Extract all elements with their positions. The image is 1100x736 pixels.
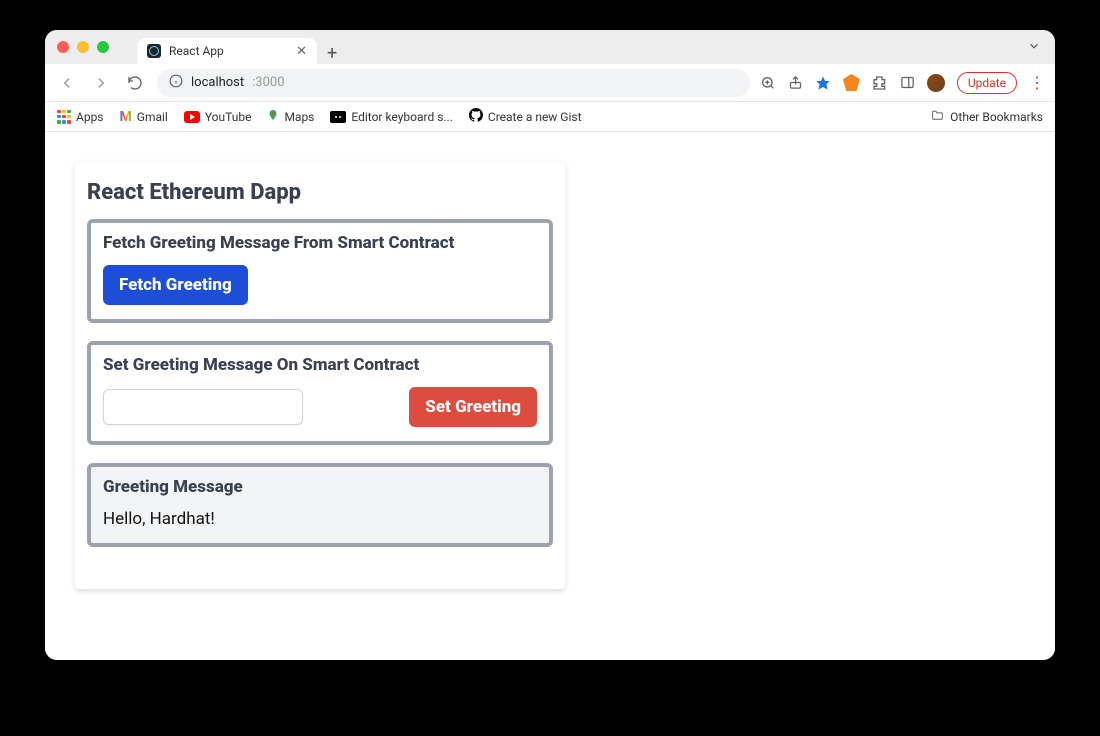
bookmark-apps[interactable]: Apps xyxy=(57,110,104,124)
zoom-icon[interactable] xyxy=(760,75,776,91)
reload-icon[interactable] xyxy=(123,71,147,95)
set-panel: Set Greeting Message On Smart Contract S… xyxy=(87,341,553,445)
set-greeting-button[interactable]: Set Greeting xyxy=(409,387,537,427)
apps-grid-icon xyxy=(57,110,71,124)
bookmark-maps[interactable]: Maps xyxy=(267,108,314,126)
browser-tab[interactable]: React App ✕ xyxy=(137,38,317,64)
titlebar: React App ✕ + xyxy=(45,30,1055,64)
metamask-extension-icon[interactable] xyxy=(843,74,860,91)
bookmark-gmail-label: Gmail xyxy=(137,110,168,124)
profile-avatar-icon[interactable] xyxy=(927,74,945,92)
bookmark-gist-label: Create a new Gist xyxy=(488,110,582,124)
bookmarks-bar: Apps M Gmail YouTube Maps Editor keyboar… xyxy=(45,102,1055,132)
folder-icon xyxy=(930,109,945,125)
url-port: :3000 xyxy=(252,75,284,90)
new-tab-button[interactable]: + xyxy=(317,43,347,64)
extensions-icon[interactable] xyxy=(872,75,888,91)
bookmark-youtube[interactable]: YouTube xyxy=(184,110,252,124)
bookmark-star-icon[interactable] xyxy=(815,75,831,91)
expand-tabs-icon[interactable] xyxy=(1027,38,1041,57)
page-viewport: React Ethereum Dapp Fetch Greeting Messa… xyxy=(45,132,1055,660)
result-panel: Greeting Message Hello, Hardhat! xyxy=(87,463,553,547)
result-value: Hello, Hardhat! xyxy=(103,509,537,529)
bookmark-other-label: Other Bookmarks xyxy=(950,110,1043,124)
browser-window: React App ✕ + localhost :3000 xyxy=(45,30,1055,660)
url-host: localhost xyxy=(191,75,244,90)
react-favicon-icon xyxy=(147,44,161,58)
bookmark-youtube-label: YouTube xyxy=(205,110,252,124)
sidepanel-icon[interactable] xyxy=(900,75,915,90)
set-heading: Set Greeting Message On Smart Contract xyxy=(103,355,537,375)
fetch-greeting-button[interactable]: Fetch Greeting xyxy=(103,265,248,305)
address-field[interactable]: localhost :3000 xyxy=(157,69,750,97)
greeting-input[interactable] xyxy=(103,389,303,425)
share-icon[interactable] xyxy=(788,75,803,90)
github-icon xyxy=(469,108,483,125)
close-tab-icon[interactable]: ✕ xyxy=(296,44,307,59)
nav-forward-icon[interactable] xyxy=(89,71,113,95)
bookmark-apps-label: Apps xyxy=(76,110,104,124)
browser-menu-icon[interactable]: ⋮ xyxy=(1029,73,1045,92)
bookmark-gmail[interactable]: M Gmail xyxy=(120,109,168,125)
fetch-heading: Fetch Greeting Message From Smart Contra… xyxy=(103,233,537,253)
toolbar-icons: Update ⋮ xyxy=(760,72,1045,94)
bookmark-gist[interactable]: Create a new Gist xyxy=(469,108,582,125)
site-info-icon[interactable] xyxy=(169,74,183,92)
tab-title: React App xyxy=(169,44,288,58)
maps-pin-icon xyxy=(267,108,279,126)
gmail-icon: M xyxy=(120,109,132,125)
app-card: React Ethereum Dapp Fetch Greeting Messa… xyxy=(75,162,565,589)
bookmark-other[interactable]: Other Bookmarks xyxy=(930,109,1043,125)
traffic-lights xyxy=(57,41,109,53)
youtube-icon xyxy=(184,111,200,123)
maximize-window-icon[interactable] xyxy=(97,41,109,53)
bookmark-editor[interactable]: Editor keyboard s... xyxy=(330,110,453,124)
bookmark-maps-label: Maps xyxy=(284,110,314,124)
tab-strip: React App ✕ + xyxy=(137,30,347,64)
update-button[interactable]: Update xyxy=(957,72,1017,94)
devto-icon xyxy=(330,111,346,123)
fetch-panel: Fetch Greeting Message From Smart Contra… xyxy=(87,219,553,323)
nav-back-icon[interactable] xyxy=(55,71,79,95)
app-title: React Ethereum Dapp xyxy=(75,162,565,219)
result-heading: Greeting Message xyxy=(103,477,537,497)
url-bar: localhost :3000 Update ⋮ xyxy=(45,64,1055,102)
close-window-icon[interactable] xyxy=(57,41,69,53)
bookmark-editor-label: Editor keyboard s... xyxy=(351,110,453,124)
minimize-window-icon[interactable] xyxy=(77,41,89,53)
